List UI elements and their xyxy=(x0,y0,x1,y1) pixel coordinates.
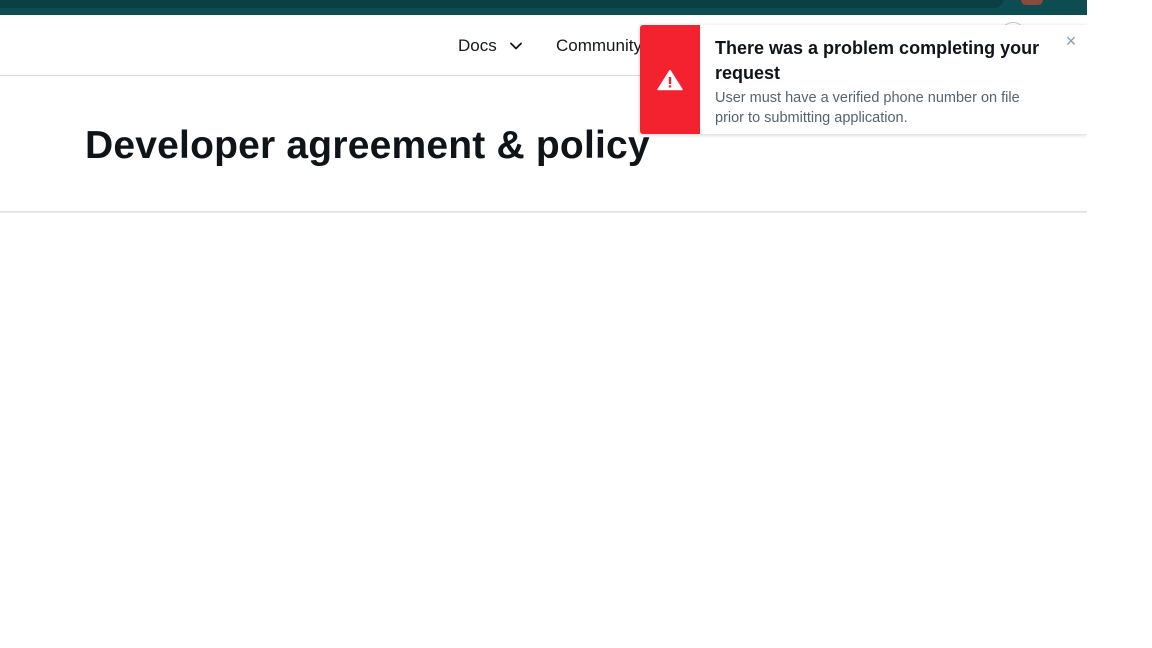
nav-docs[interactable]: Docs xyxy=(458,36,523,56)
page-title: Developer agreement & policy xyxy=(85,124,650,167)
browser-top-bar xyxy=(0,0,1087,15)
nav-docs-label: Docs xyxy=(458,36,497,55)
warning-triangle-icon xyxy=(657,69,683,90)
toast-icon-box xyxy=(640,25,700,134)
window-gutter xyxy=(1087,0,1152,648)
section-divider xyxy=(0,211,1087,213)
profile-avatar-peek[interactable] xyxy=(1021,0,1043,5)
error-toast: There was a problem completing your requ… xyxy=(640,25,1087,134)
toast-message: User must have a verified phone number o… xyxy=(715,90,1020,126)
close-icon[interactable]: × xyxy=(1061,31,1081,51)
nav-community[interactable]: Community xyxy=(556,36,642,56)
page: Docs Community Developer agreement & pol… xyxy=(0,0,1087,648)
toast-title: There was a problem completing your requ… xyxy=(715,38,1040,83)
top-bar-inner xyxy=(0,0,1003,8)
chevron-down-icon xyxy=(509,42,522,50)
toast-body: There was a problem completing your requ… xyxy=(700,25,1087,134)
nav-community-label: Community xyxy=(556,36,642,55)
